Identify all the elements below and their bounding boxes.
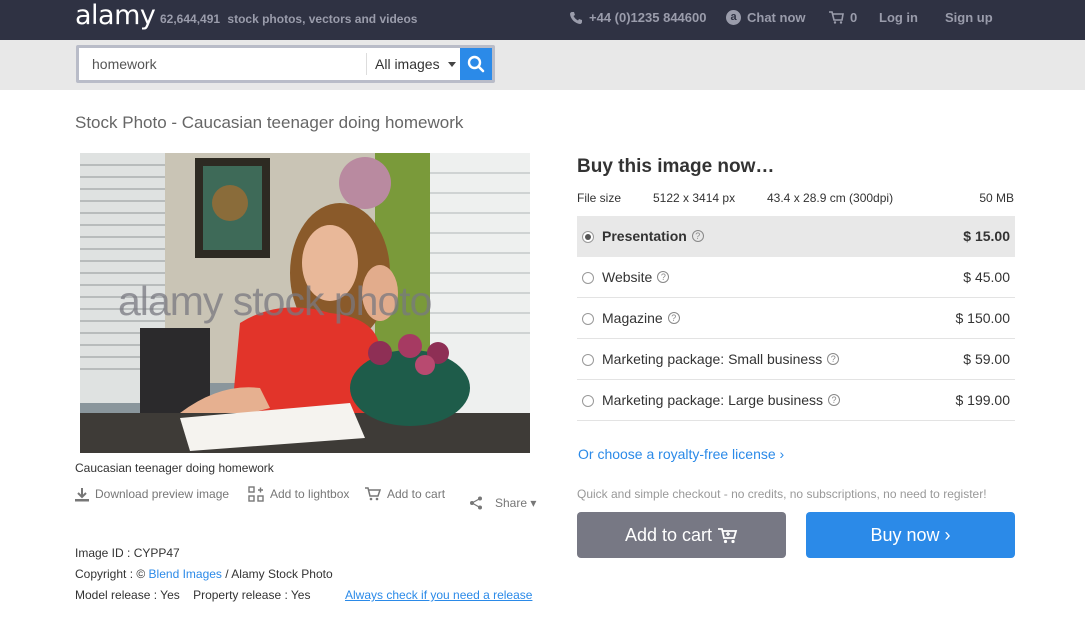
radio-button[interactable] [582, 395, 594, 407]
signup-link[interactable]: Sign up [945, 10, 993, 25]
image-caption: Caucasian teenager doing homework [75, 461, 274, 475]
option-name: Website [602, 269, 653, 285]
cart-icon [365, 487, 381, 501]
tagline: 62,644,491 stock photos, vectors and vid… [160, 12, 417, 26]
option-presentation[interactable]: Presentation? $ 15.00 [577, 216, 1015, 257]
chat-icon: a [726, 10, 741, 25]
option-name: Marketing package: Large business [602, 392, 824, 408]
radio-button[interactable] [582, 313, 594, 325]
phone-contact[interactable]: +44 (0)1235 844600 [569, 10, 706, 25]
checkout-note: Quick and simple checkout - no credits, … [577, 487, 987, 501]
login-link[interactable]: Log in [879, 10, 918, 25]
search-band: All images [0, 40, 1085, 90]
search-input[interactable] [79, 48, 366, 80]
help-icon[interactable]: ? [667, 312, 680, 324]
file-cm: 43.4 x 28.9 cm (300dpi) [767, 191, 894, 205]
file-size-label: File size [577, 191, 622, 205]
help-icon[interactable]: ? [827, 353, 840, 365]
copyright-owner-link[interactable]: Blend Images [149, 567, 222, 581]
image-id: Image ID : CYPP47 [75, 546, 180, 560]
buy-now-button[interactable]: Buy now › [806, 512, 1015, 558]
copyright-suffix: / Alamy Stock Photo [225, 567, 333, 581]
option-name: Magazine [602, 310, 663, 326]
share-icon [470, 496, 482, 510]
buy-title: Buy this image now… [577, 156, 775, 177]
option-price: $ 59.00 [963, 351, 1010, 367]
share-button[interactable]: Share ▾ [469, 496, 559, 510]
category-select[interactable]: All images [366, 53, 460, 75]
chevron-down-icon [447, 61, 456, 67]
chat-label: Chat now [747, 10, 806, 25]
option-price: $ 45.00 [963, 269, 1010, 285]
download-label: Download preview image [95, 487, 230, 501]
search-icon [467, 55, 485, 73]
image-count: 62,644,491 [160, 12, 221, 26]
help-icon[interactable]: ? [657, 271, 670, 283]
watermark: alamy stock photo [118, 278, 432, 324]
lightbox-icon [248, 486, 264, 502]
option-website[interactable]: Website? $ 45.00 [577, 257, 1015, 298]
add-to-cart-link[interactable]: Add to cart [365, 487, 465, 501]
top-bar: alamy 62,644,491 stock photos, vectors a… [0, 0, 1085, 40]
phone-number: +44 (0)1235 844600 [589, 10, 707, 25]
license-options: Presentation? $ 15.00 Website? $ 45.00 M… [577, 216, 1015, 421]
download-preview-button[interactable]: Download preview image [75, 487, 245, 502]
phone-icon [570, 11, 582, 24]
alamy-logo[interactable]: alamy [75, 0, 156, 31]
radio-button[interactable] [582, 231, 594, 243]
add-to-cart-label: Add to cart [624, 524, 713, 545]
option-name: Presentation [602, 228, 687, 244]
cart-count: 0 [850, 10, 858, 25]
category-value: All images [375, 56, 440, 72]
add-to-lightbox-button[interactable]: Add to lightbox [248, 486, 368, 502]
option-price: $ 15.00 [963, 228, 1010, 244]
share-label: Share ▾ [495, 496, 537, 510]
header-cart[interactable]: 0 [829, 10, 857, 25]
download-icon [75, 487, 89, 501]
tagline-text: stock photos, vectors and videos [227, 12, 418, 26]
release-check-link[interactable]: Always check if you need a release [345, 588, 532, 602]
cart-label: Add to cart [387, 487, 446, 501]
option-name: Marketing package: Small business [602, 351, 823, 367]
help-icon[interactable]: ? [691, 230, 704, 242]
page-title: Stock Photo - Caucasian teenager doing h… [75, 113, 464, 132]
cart-icon [829, 11, 844, 24]
file-pixels: 5122 x 3414 px [653, 191, 736, 205]
cart-icon [718, 527, 738, 543]
help-icon[interactable]: ? [828, 394, 841, 406]
radio-button[interactable] [582, 272, 594, 284]
copyright-prefix: Copyright : © [75, 567, 146, 581]
search-button[interactable] [460, 48, 492, 80]
option-marketing-small[interactable]: Marketing package: Small business? $ 59.… [577, 339, 1015, 380]
radio-button[interactable] [582, 354, 594, 366]
search-box: All images [76, 45, 495, 83]
option-price: $ 150.00 [955, 310, 1011, 326]
royalty-free-link[interactable]: Or choose a royalty-free license › [578, 446, 784, 462]
option-marketing-large[interactable]: Marketing package: Large business? $ 199… [577, 380, 1015, 421]
copyright: Copyright : © Blend Images / Alamy Stock… [75, 567, 333, 581]
option-magazine[interactable]: Magazine? $ 150.00 [577, 298, 1015, 339]
release-info: Model release : Yes Property release : Y… [75, 588, 311, 602]
add-to-cart-button[interactable]: Add to cart [577, 512, 786, 558]
chat-now-link[interactable]: a Chat now [726, 10, 806, 25]
option-price: $ 199.00 [955, 392, 1011, 408]
lightbox-label: Add to lightbox [270, 487, 350, 501]
file-mb: 50 MB [979, 191, 1014, 205]
